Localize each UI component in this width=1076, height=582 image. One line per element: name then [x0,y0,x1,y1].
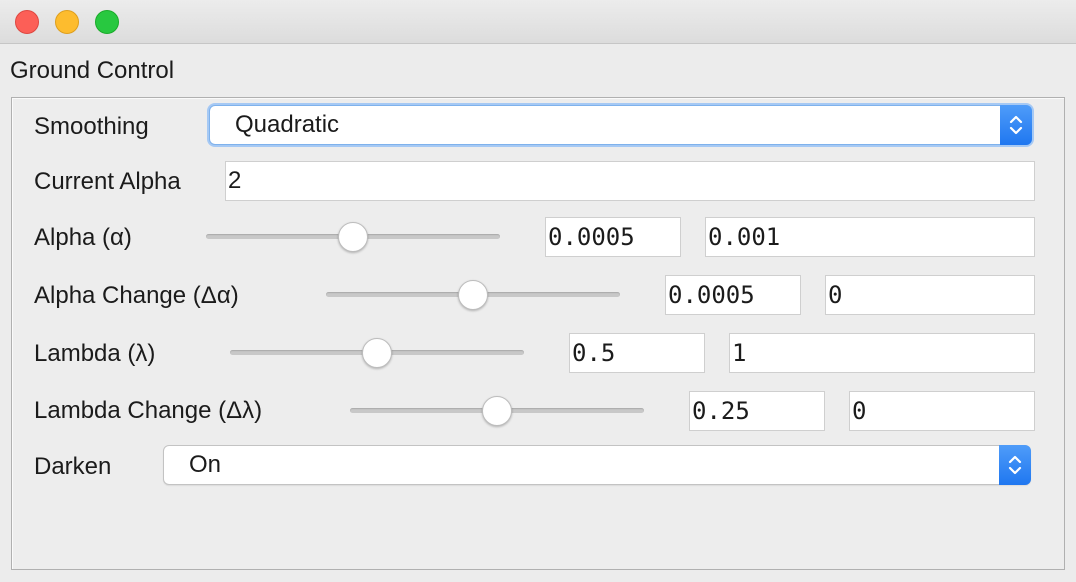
alpha-change-label: Alpha Change (Δα) [34,282,239,309]
darken-dropdown-button[interactable] [999,445,1031,485]
alpha-change-value-field[interactable]: 0 [825,275,1035,315]
lambda-label: Lambda (λ) [34,340,156,367]
smoothing-label: Smoothing [34,113,149,140]
alpha-label: Alpha (α) [34,224,132,251]
alpha-value: 0.001 [708,223,781,251]
alpha-slider[interactable] [206,216,500,256]
alpha-change-step-value: 0.0005 [668,281,755,309]
alpha-value-field[interactable]: 0.001 [705,217,1035,257]
alpha-step-field[interactable]: 0.0005 [545,217,681,257]
lambda-change-label: Lambda Change (Δλ) [34,397,263,424]
lambda-change-step-value: 0.25 [692,397,750,425]
lambda-value-field[interactable]: 1 [729,333,1035,373]
close-window-button[interactable] [15,10,39,34]
lambda-step-value: 0.5 [572,339,616,367]
alpha-change-slider-thumb[interactable] [458,280,488,310]
current-alpha-field[interactable]: 2 [225,161,1035,201]
alpha-change-step-field[interactable]: 0.0005 [665,275,801,315]
smoothing-select[interactable]: Quadratic [209,105,1032,145]
alpha-change-slider[interactable] [326,274,620,314]
current-alpha-value: 2 [228,167,242,194]
chevron-up-down-icon [1008,455,1022,475]
ground-control-window: Ground Control Smoothing Quadratic Curre… [0,0,1076,582]
panel-title: Ground Control [10,57,175,84]
lambda-slider[interactable] [230,332,524,372]
darken-selected-value: On [189,451,222,478]
chevron-up-down-icon [1009,115,1023,135]
smoothing-selected-value: Quadratic [235,111,340,138]
darken-label: Darken [34,453,112,480]
darken-select[interactable]: On [163,445,1031,485]
lambda-change-slider[interactable] [350,390,644,430]
lambda-change-value: 0 [852,397,867,425]
lambda-value: 1 [732,339,747,367]
lambda-change-value-field[interactable]: 0 [849,391,1035,431]
lambda-change-slider-thumb[interactable] [482,396,512,426]
lambda-slider-thumb[interactable] [362,338,392,368]
lambda-change-step-field[interactable]: 0.25 [689,391,825,431]
alpha-change-value: 0 [828,281,843,309]
alpha-step-value: 0.0005 [548,223,635,251]
title-bar[interactable] [0,0,1076,44]
smoothing-dropdown-button[interactable] [1000,105,1032,145]
zoom-window-button[interactable] [95,10,119,34]
minimize-window-button[interactable] [55,10,79,34]
alpha-slider-thumb[interactable] [338,222,368,252]
lambda-step-field[interactable]: 0.5 [569,333,705,373]
current-alpha-label: Current Alpha [34,168,181,195]
